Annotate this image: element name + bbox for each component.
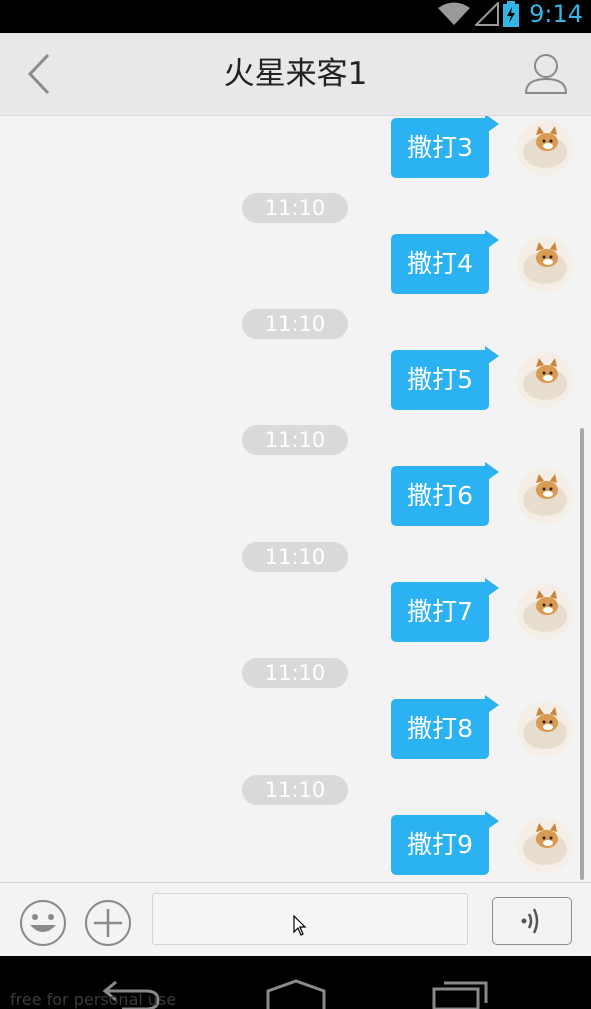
scrollbar[interactable] — [580, 428, 584, 880]
wifi-icon — [438, 2, 471, 25]
avatar[interactable] — [517, 236, 573, 292]
profile-button[interactable] — [523, 51, 569, 97]
message-bubble[interactable]: 撒打9 — [391, 815, 489, 875]
message-list[interactable]: 撒打3 11:10 撒打4 11:10 撒打5 11:10 撒打6 11:10 … — [0, 116, 591, 882]
message-row: 撒打8 — [391, 697, 573, 761]
status-icons: 9:14 — [437, 0, 583, 28]
voice-button[interactable] — [492, 897, 572, 945]
status-bar: 9:14 — [0, 0, 591, 33]
recents-icon[interactable] — [432, 978, 490, 1009]
timestamp-badge: 11:10 — [242, 775, 348, 805]
timestamp-badge: 11:10 — [242, 193, 348, 223]
page-title: 火星来客1 — [223, 56, 368, 92]
message-bubble[interactable]: 撒打8 — [391, 699, 489, 759]
voice-wave-icon — [521, 908, 539, 934]
avatar[interactable] — [517, 352, 573, 408]
message-row: 撒打7 — [391, 580, 573, 644]
home-icon[interactable] — [265, 978, 327, 1009]
message-bubble[interactable]: 撒打5 — [391, 350, 489, 410]
signal-icon — [475, 2, 500, 26]
message-row: 撒打4 — [391, 232, 573, 296]
status-time: 9:14 — [529, 0, 583, 28]
message-input[interactable] — [152, 893, 468, 945]
avatar[interactable] — [517, 120, 573, 176]
message-bubble[interactable]: 撒打7 — [391, 582, 489, 642]
avatar[interactable] — [517, 701, 573, 757]
avatar[interactable] — [517, 584, 573, 640]
message-row: 撒打6 — [391, 464, 573, 528]
back-button[interactable] — [18, 51, 64, 97]
avatar[interactable] — [517, 817, 573, 873]
smiley-icon — [20, 900, 66, 946]
message-bubble[interactable]: 撒打3 — [391, 118, 489, 178]
message-row: 撒打9 — [391, 813, 573, 877]
add-attachment-button[interactable] — [84, 899, 132, 947]
user-icon — [524, 54, 568, 94]
mouse-cursor-icon — [293, 915, 307, 936]
timestamp-badge: 11:10 — [242, 309, 348, 339]
message-bubble[interactable]: 撒打6 — [391, 466, 489, 526]
plus-icon — [85, 900, 131, 946]
message-row: 撒打3 — [391, 116, 573, 180]
chat-screen: 火星来客1 撒打3 11:10 撒打4 11:10 撒打5 11:10 撒打6 … — [0, 33, 591, 957]
avatar[interactable] — [517, 468, 573, 524]
message-bubble[interactable]: 撒打4 — [391, 234, 489, 294]
timestamp-badge: 11:10 — [242, 425, 348, 455]
chevron-left-icon — [27, 53, 50, 95]
watermark-text: free for personal use — [10, 990, 177, 1009]
message-row: 撒打5 — [391, 348, 573, 412]
timestamp-badge: 11:10 — [242, 542, 348, 572]
battery-charging-icon — [503, 1, 520, 27]
emoji-button[interactable] — [19, 899, 67, 947]
chat-header: 火星来客1 — [0, 33, 591, 116]
timestamp-badge: 11:10 — [242, 658, 348, 688]
